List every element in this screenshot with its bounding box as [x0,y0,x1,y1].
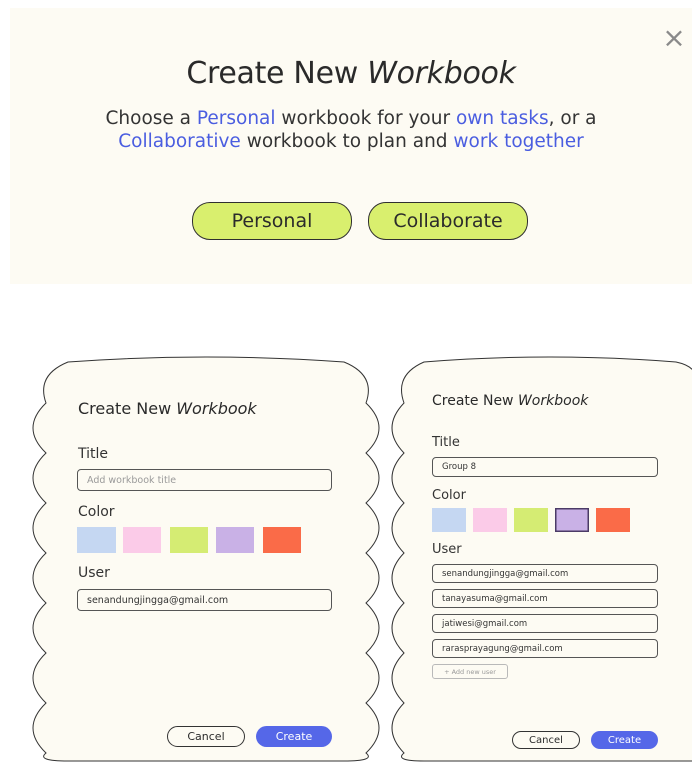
dialog-subtitle: Choose a Personal workbook for your own … [70,107,632,153]
color-swatch-pink[interactable] [473,508,507,532]
add-user-button[interactable]: + Add new user [432,664,508,679]
color-swatch-green[interactable] [514,508,548,532]
title-input[interactable]: Group 8 [432,457,658,477]
create-button[interactable]: Create [591,731,658,749]
personal-button[interactable]: Personal [192,202,352,240]
user-email-field[interactable]: tanayasuma@gmail.com [432,589,658,608]
subtitle-text: , or a [548,108,597,129]
user-email-field[interactable]: rarasprayagung@gmail.com [432,639,658,658]
title-label: Title [78,446,109,462]
color-swatch-purple[interactable] [216,527,254,553]
subtitle-highlight-own-tasks: own tasks [455,108,549,129]
color-label: Color [78,504,115,520]
workbook-type-dialog: × Create New Workbook Choose a Personal … [10,8,692,284]
collab-card-title: Create New Workbook [432,393,588,409]
dialog-title-main: Create New [186,56,358,91]
title-label: Title [432,435,460,450]
user-email-field[interactable]: jatiwesi@gmail.com [432,614,658,633]
subtitle-highlight-personal: Personal [196,108,276,129]
color-swatch-blue[interactable] [77,527,116,553]
close-icon[interactable]: × [660,24,688,52]
dialog-title: Create New Workbook [10,56,692,91]
color-label: Color [432,488,466,503]
create-button[interactable]: Create [256,726,332,747]
color-swatch-blue[interactable] [432,508,466,532]
cancel-button[interactable]: Cancel [167,726,245,747]
personal-card-title: Create New Workbook [78,399,257,418]
user-label: User [432,542,462,557]
subtitle-highlight-collaborative: Collaborative [118,131,241,152]
subtitle-text: workbook for your [275,108,456,129]
cancel-button[interactable]: Cancel [512,731,580,749]
color-swatch-pink[interactable] [123,527,161,553]
card-title-main: Create New [432,393,518,409]
collab-card-shape [391,356,692,762]
color-swatch-green[interactable] [170,527,208,553]
title-input[interactable]: Add workbook title [77,469,332,491]
subtitle-highlight-work-together: work together [453,131,584,152]
color-swatch-orange[interactable] [263,527,301,553]
card-title-italic: Workbook [517,393,589,409]
collaborate-button[interactable]: Collaborate [368,202,528,240]
subtitle-text: workbook to plan and [240,131,454,152]
user-email-field[interactable]: senandungjingga@gmail.com [432,564,658,583]
user-email-field[interactable]: senandungjingga@gmail.com [77,589,332,611]
color-swatch-orange[interactable] [596,508,630,532]
dialog-title-italic: Workbook [367,56,516,91]
card-title-main: Create New [78,399,177,418]
color-swatch-purple-selected[interactable] [555,508,589,532]
user-label: User [78,565,110,581]
subtitle-text: Choose a [105,108,197,129]
card-title-italic: Workbook [176,399,257,418]
